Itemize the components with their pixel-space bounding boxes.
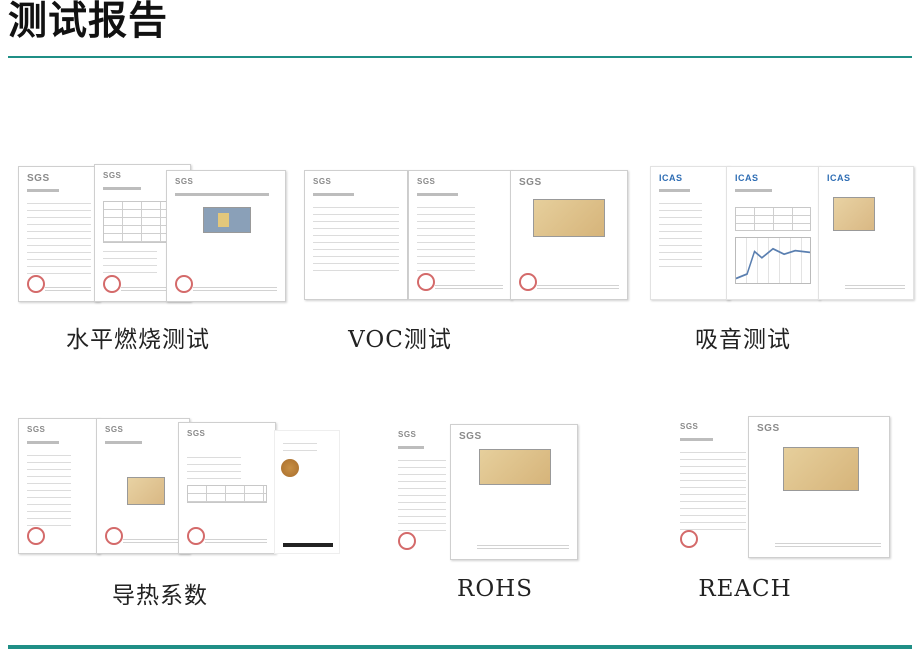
seal-stamp-icon: [27, 275, 45, 293]
report-text: [187, 453, 242, 483]
sgs-logo: SGS: [398, 430, 417, 439]
report-heading: [105, 441, 142, 444]
report-voc-test[interactable]: SGS SGS SGS: [304, 170, 628, 300]
report-heading: [417, 193, 458, 196]
report-text: [27, 199, 91, 275]
caption-reach: REACH: [698, 576, 792, 602]
report-page: SGS: [408, 170, 512, 300]
report-heading: [27, 189, 59, 192]
icas-logo: ICAS: [827, 173, 851, 183]
icas-logo: ICAS: [659, 173, 683, 183]
report-thermal-conductivity[interactable]: SGS SGS SGS: [18, 418, 340, 554]
seal-stamp-icon: [187, 527, 205, 545]
report-heading: [398, 446, 424, 449]
report-text: [313, 203, 399, 273]
report-footer: [477, 543, 569, 549]
caption-rohs: ROHS: [457, 576, 533, 602]
report-heading: [103, 187, 141, 190]
report-heading: [175, 193, 270, 196]
seal-stamp-icon: [398, 532, 416, 550]
icas-logo: ICAS: [735, 173, 759, 183]
report-footer: [123, 537, 181, 543]
caption-voc-test: VOC测试: [348, 327, 452, 353]
report-text: [417, 203, 476, 273]
report-page: SGS: [390, 424, 454, 558]
seal-stamp-icon: [680, 530, 698, 548]
redaction-bar: [283, 543, 333, 547]
sgs-logo: SGS: [105, 425, 124, 434]
report-page: SGS: [304, 170, 408, 300]
sgs-logo: SGS: [519, 177, 542, 188]
sgs-logo: SGS: [313, 177, 332, 186]
report-page: SGS: [178, 422, 276, 554]
report-page: SGS: [18, 166, 100, 302]
absorption-curve: [736, 247, 810, 280]
report-heading: [680, 438, 713, 441]
seal-stamp-icon: [103, 275, 121, 293]
report-heading: [659, 189, 691, 192]
report-reach[interactable]: SGS SGS: [672, 416, 892, 558]
report-page: [274, 430, 340, 554]
report-footer: [435, 283, 503, 289]
report-text: [103, 247, 157, 275]
title-divider: [8, 56, 912, 58]
caption-thermal-conductivity: 导热系数: [112, 583, 208, 609]
report-page: ICAS: [650, 166, 730, 300]
report-heading: [313, 193, 354, 196]
sample-photo: [281, 459, 299, 477]
report-page: SGS: [166, 170, 286, 302]
seal-stamp-icon: [27, 527, 45, 545]
report-text: [27, 451, 71, 527]
seal-stamp-icon: [105, 527, 123, 545]
sgs-logo: SGS: [27, 425, 46, 434]
sgs-logo: SGS: [417, 177, 436, 186]
sgs-logo: SGS: [757, 423, 780, 434]
report-heading: [735, 189, 772, 192]
report-page: SGS: [672, 416, 754, 556]
results-table: [735, 207, 811, 231]
sgs-logo: SGS: [175, 177, 194, 186]
report-footer: [775, 541, 881, 547]
report-text: [398, 456, 446, 532]
sgs-logo: SGS: [187, 429, 206, 438]
report-footer: [45, 285, 91, 291]
sample-photo: [203, 207, 251, 233]
sgs-logo: SGS: [27, 173, 50, 184]
report-text: [283, 439, 317, 457]
sample-photo: [783, 447, 859, 491]
sample-photo: [533, 199, 605, 237]
seal-stamp-icon: [175, 275, 193, 293]
report-text: [659, 199, 702, 273]
sgs-logo: SGS: [103, 171, 122, 180]
report-footer: [537, 283, 619, 289]
seal-stamp-icon: [519, 273, 537, 291]
report-page: SGS: [510, 170, 628, 300]
report-page: ICAS: [726, 166, 820, 300]
sgs-logo: SGS: [459, 431, 482, 442]
report-text: [680, 448, 746, 530]
seal-stamp-icon: [417, 273, 435, 291]
caption-flame-test: 水平燃烧测试: [66, 327, 210, 353]
report-page: SGS: [748, 416, 890, 558]
report-flame-test[interactable]: SGS SGS SGS: [18, 162, 286, 304]
absorption-graph: [735, 237, 811, 284]
results-table: [187, 485, 267, 503]
report-page: SGS: [450, 424, 578, 560]
report-rohs[interactable]: SGS SGS: [390, 424, 578, 560]
sgs-logo: SGS: [680, 422, 699, 431]
sample-photo: [833, 197, 875, 231]
page-title: 测试报告: [8, 0, 169, 44]
sample-photo: [479, 449, 551, 485]
report-footer: [193, 285, 277, 291]
report-page: SGS: [96, 418, 190, 554]
report-heading: [27, 441, 59, 444]
sample-photo: [127, 477, 165, 505]
report-page: ICAS: [818, 166, 914, 300]
footer-divider: [8, 645, 912, 649]
report-footer: [205, 537, 267, 543]
report-footer: [845, 283, 905, 289]
report-sound-absorption[interactable]: ICAS ICAS ICAS: [650, 166, 914, 300]
caption-sound-absorption: 吸音测试: [695, 327, 791, 353]
report-page: SGS: [18, 418, 100, 554]
